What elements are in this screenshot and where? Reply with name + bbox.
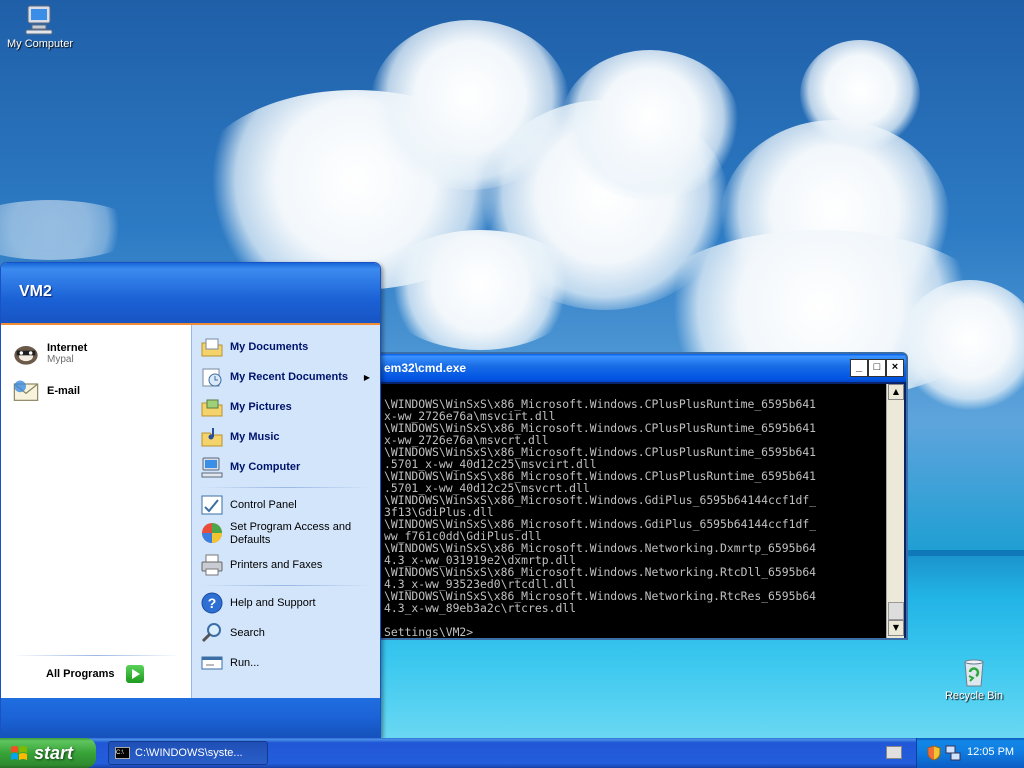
start-item-my-documents[interactable]: My Documents bbox=[200, 335, 308, 359]
console-text: \WINDOWS\WinSxS\x86_Microsoft.Windows.CP… bbox=[384, 398, 890, 638]
minimize-button[interactable]: _ bbox=[850, 359, 868, 377]
start-item-label: My Pictures bbox=[230, 401, 292, 413]
start-item-email[interactable]: E-mail bbox=[11, 377, 80, 405]
user-name: VM2 bbox=[19, 283, 52, 300]
taskbar-button-cmd[interactable]: C:\ C:\WINDOWS\syste... bbox=[108, 741, 268, 765]
start-item-search[interactable]: Search bbox=[200, 621, 265, 645]
console-line: 4.3_x-ww_89eb3a2c\rtcres.dll bbox=[384, 601, 577, 615]
svg-text:?: ? bbox=[208, 595, 217, 611]
start-item-help[interactable]: ? Help and Support bbox=[200, 591, 316, 615]
start-item-label: My Computer bbox=[230, 461, 301, 473]
program-access-icon bbox=[202, 523, 222, 543]
search-icon bbox=[201, 623, 221, 643]
scroll-up-arrow-icon[interactable]: ▲ bbox=[888, 384, 904, 400]
taskbar-button-label: C:\WINDOWS\syste... bbox=[135, 747, 243, 759]
recent-documents-icon bbox=[202, 368, 222, 387]
start-item-control-panel[interactable]: Control Panel bbox=[200, 493, 297, 517]
taskbar: start C:\ C:\WINDOWS\syste... 12:05 PM bbox=[0, 738, 1024, 768]
start-item-label: Search bbox=[230, 627, 265, 639]
start-item-label: My Recent Documents bbox=[230, 371, 348, 383]
start-label: start bbox=[34, 743, 74, 763]
start-item-label: My Documents bbox=[230, 341, 309, 353]
cmd-title-bar[interactable]: em32\cmd.exe _ □ × bbox=[372, 354, 906, 382]
cmd-window[interactable]: em32\cmd.exe _ □ × \WINDOWS\WinSxS\x86_M… bbox=[370, 352, 908, 640]
start-item-label: Internet Mypal bbox=[47, 341, 88, 365]
scroll-thumb[interactable] bbox=[888, 602, 904, 620]
desktop-icon-label: My Computer bbox=[6, 38, 74, 50]
internet-browser-icon bbox=[14, 346, 38, 365]
all-programs-label: All Programs bbox=[46, 668, 115, 680]
email-icon bbox=[13, 380, 39, 401]
start-menu: VM2 Internet Mypal E-mail All Programs M… bbox=[0, 262, 381, 738]
help-icon: ? bbox=[201, 592, 223, 614]
start-button[interactable]: start bbox=[0, 738, 96, 768]
desktop-icon-my-computer[interactable]: My Computer bbox=[0, 4, 80, 50]
divider bbox=[11, 655, 181, 656]
maximize-button[interactable]: □ bbox=[868, 359, 886, 377]
recycle-bin-icon bbox=[964, 659, 984, 687]
my-documents-icon bbox=[201, 338, 223, 357]
system-tray: 12:05 PM bbox=[916, 738, 1024, 768]
windows-flag-icon bbox=[11, 746, 27, 760]
start-item-label: Help and Support bbox=[230, 597, 316, 609]
console-output[interactable]: \WINDOWS\WinSxS\x86_Microsoft.Windows.CP… bbox=[374, 384, 890, 638]
start-menu-pinned: Internet Mypal E-mail All Programs bbox=[1, 325, 191, 698]
cmd-window-title: em32\cmd.exe bbox=[384, 361, 467, 375]
start-item-label: E-mail bbox=[47, 385, 81, 397]
start-item-my-pictures[interactable]: My Pictures bbox=[200, 395, 292, 419]
start-menu-places: My Documents My Recent Documents ▶ My Pi… bbox=[191, 325, 380, 698]
run-icon bbox=[201, 656, 223, 670]
console-line: Settings\VM2> bbox=[384, 625, 474, 638]
start-menu-footer bbox=[1, 698, 380, 737]
cmd-icon: C:\ bbox=[115, 747, 130, 759]
my-music-icon bbox=[201, 428, 223, 447]
submenu-arrow-icon: ▶ bbox=[363, 372, 370, 382]
desktop-icon-recycle-bin[interactable]: Recycle Bin bbox=[934, 656, 1014, 702]
desktop-icon-label: Recycle Bin bbox=[944, 690, 1004, 702]
my-computer-icon bbox=[25, 5, 53, 35]
all-programs-button[interactable]: All Programs bbox=[46, 665, 145, 683]
start-item-run[interactable]: Run... bbox=[200, 651, 259, 675]
start-item-label: Printers and Faxes bbox=[230, 559, 323, 571]
start-item-label: Set Program Access and Defaults bbox=[230, 521, 352, 546]
control-panel-icon bbox=[201, 495, 223, 515]
start-item-internet[interactable]: Internet Mypal bbox=[11, 339, 87, 367]
divider bbox=[200, 585, 372, 586]
start-item-label: Run... bbox=[230, 657, 260, 669]
my-computer-icon bbox=[201, 457, 223, 478]
network-icon[interactable] bbox=[945, 745, 961, 761]
start-item-recent-documents[interactable]: My Recent Documents ▶ bbox=[200, 365, 380, 389]
security-shield-icon[interactable] bbox=[927, 745, 941, 761]
keyboard-icon[interactable] bbox=[886, 746, 902, 759]
green-arrow-icon bbox=[126, 665, 145, 683]
start-item-my-music[interactable]: My Music bbox=[200, 425, 280, 449]
my-pictures-icon bbox=[201, 399, 223, 417]
start-menu-header: VM2 bbox=[1, 263, 380, 325]
start-item-label: My Music bbox=[230, 431, 280, 443]
clock[interactable]: 12:05 PM bbox=[967, 746, 1014, 758]
start-item-program-access[interactable]: Set Program Access and Defaults bbox=[200, 521, 378, 547]
console-scrollbar[interactable]: ▲ ▼ bbox=[886, 384, 904, 638]
start-item-my-computer[interactable]: My Computer bbox=[200, 455, 300, 479]
start-item-label: Control Panel bbox=[230, 499, 297, 511]
close-button[interactable]: × bbox=[886, 359, 904, 377]
start-item-printers[interactable]: Printers and Faxes bbox=[200, 553, 322, 577]
divider bbox=[200, 487, 372, 488]
printer-icon bbox=[201, 554, 223, 576]
scroll-down-arrow-icon[interactable]: ▼ bbox=[888, 620, 904, 636]
